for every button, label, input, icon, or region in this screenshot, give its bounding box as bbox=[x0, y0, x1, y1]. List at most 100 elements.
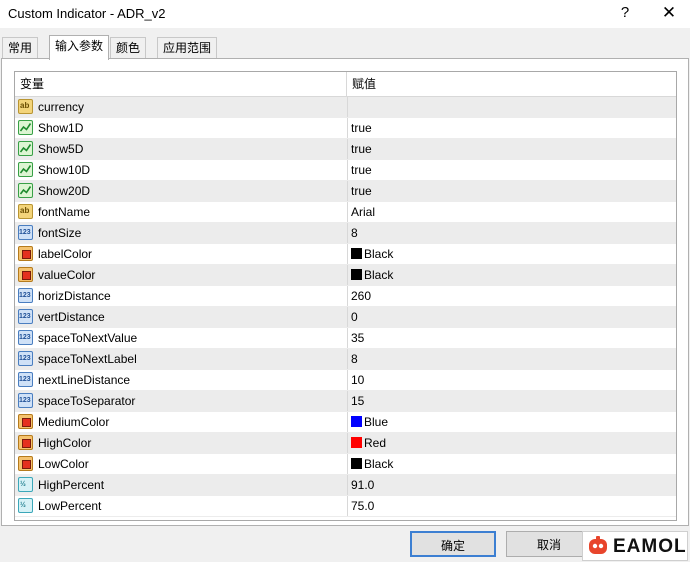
parameter-grid: 变量 赋值 ab currency Show1D true Show5D true Show… bbox=[14, 71, 677, 521]
color-type-icon bbox=[18, 267, 33, 282]
table-row[interactable]: HighColor Red bbox=[15, 433, 676, 454]
param-value-cell[interactable]: 260 bbox=[347, 286, 676, 306]
param-value-cell[interactable]: 91.0 bbox=[347, 475, 676, 495]
int-type-icon: 123 bbox=[18, 309, 33, 324]
param-name: nextLineDistance bbox=[38, 373, 131, 387]
param-name-cell: 123 spaceToNextLabel bbox=[15, 349, 348, 369]
table-row[interactable]: Show10D true bbox=[15, 160, 676, 181]
table-row[interactable]: 123 vertDistance 0 bbox=[15, 307, 676, 328]
int-type-icon: 123 bbox=[18, 288, 33, 303]
param-value-cell[interactable]: Black bbox=[347, 454, 676, 474]
param-name: horizDistance bbox=[38, 289, 111, 303]
int-type-icon: 123 bbox=[18, 330, 33, 345]
param-value: 260 bbox=[351, 289, 372, 303]
param-value: 8 bbox=[351, 226, 358, 240]
param-value: Arial bbox=[351, 205, 376, 219]
param-name-cell: HighColor bbox=[15, 433, 348, 453]
table-row[interactable]: 123 horizDistance 260 bbox=[15, 286, 676, 307]
param-name: Show1D bbox=[38, 121, 84, 135]
param-name-cell: MediumColor bbox=[15, 412, 348, 432]
int-type-icon: 123 bbox=[18, 372, 33, 387]
param-name: MediumColor bbox=[38, 415, 110, 429]
table-row[interactable]: LowColor Black bbox=[15, 454, 676, 475]
param-value: Red bbox=[364, 436, 387, 450]
param-name-cell: ½ LowPercent bbox=[15, 496, 348, 516]
int-type-icon: 123 bbox=[18, 393, 33, 408]
tab-colors[interactable]: 颜色 bbox=[110, 37, 147, 58]
bool-type-icon bbox=[18, 120, 33, 135]
help-button[interactable]: ? bbox=[612, 2, 638, 24]
color-type-icon bbox=[18, 414, 33, 429]
table-row[interactable]: ab currency bbox=[15, 97, 676, 118]
param-value-cell[interactable]: Black bbox=[347, 244, 676, 264]
table-row[interactable]: ½ HighPercent 91.0 bbox=[15, 475, 676, 496]
close-button[interactable]: ✕ bbox=[656, 2, 682, 24]
param-name: spaceToNextValue bbox=[38, 331, 138, 345]
table-row[interactable]: valueColor Black bbox=[15, 265, 676, 286]
table-row[interactable]: 123 fontSize 8 bbox=[15, 223, 676, 244]
table-row[interactable]: Show1D true bbox=[15, 118, 676, 139]
param-value-cell[interactable]: 0 bbox=[347, 307, 676, 327]
param-value-cell[interactable]: 8 bbox=[347, 223, 676, 243]
param-name-cell: 123 spaceToSeparator bbox=[15, 391, 348, 411]
param-name-cell: Show1D bbox=[15, 118, 348, 138]
parameter-rows: ab currency Show1D true Show5D true Show10D tru… bbox=[15, 97, 676, 517]
param-name: valueColor bbox=[38, 268, 96, 282]
cancel-button[interactable]: 取消 bbox=[506, 531, 592, 557]
param-value: true bbox=[351, 163, 372, 177]
param-value-cell[interactable]: 35 bbox=[347, 328, 676, 348]
param-value-cell[interactable]: Blue bbox=[347, 412, 676, 432]
table-row[interactable]: ½ LowPercent 75.0 bbox=[15, 496, 676, 517]
param-name-cell: 123 spaceToNextValue bbox=[15, 328, 348, 348]
param-value-cell[interactable]: true bbox=[347, 139, 676, 159]
param-name-cell: labelColor bbox=[15, 244, 348, 264]
tab-common[interactable]: 常用 bbox=[2, 37, 39, 58]
table-row[interactable]: MediumColor Blue bbox=[15, 412, 676, 433]
param-value: 0 bbox=[351, 310, 358, 324]
color-swatch bbox=[351, 248, 362, 259]
param-value-cell[interactable]: true bbox=[347, 118, 676, 138]
table-row[interactable]: ab fontName Arial bbox=[15, 202, 676, 223]
param-name-cell: Show20D bbox=[15, 181, 348, 201]
table-row[interactable]: Show5D true bbox=[15, 139, 676, 160]
param-value: Black bbox=[364, 247, 394, 261]
ok-button[interactable]: 确定 bbox=[410, 531, 496, 557]
table-row[interactable]: Show20D true bbox=[15, 181, 676, 202]
tab-visualization[interactable]: 应用范围 bbox=[157, 37, 218, 58]
param-value-cell[interactable]: Arial bbox=[347, 202, 676, 222]
param-value-cell[interactable]: 75.0 bbox=[347, 496, 676, 516]
bool-type-icon bbox=[18, 141, 33, 156]
table-row[interactable]: 123 spaceToNextValue 35 bbox=[15, 328, 676, 349]
table-row[interactable]: 123 nextLineDistance 10 bbox=[15, 370, 676, 391]
table-row[interactable]: labelColor Black bbox=[15, 244, 676, 265]
param-value-cell[interactable]: true bbox=[347, 160, 676, 180]
param-value-cell[interactable]: 15 bbox=[347, 391, 676, 411]
column-header-value[interactable]: 赋值 bbox=[347, 72, 672, 96]
param-value-cell[interactable]: true bbox=[347, 181, 676, 201]
param-name-cell: ab currency bbox=[15, 97, 348, 117]
param-name-cell: 123 horizDistance bbox=[15, 286, 348, 306]
int-type-icon: 123 bbox=[18, 351, 33, 366]
window-title: Custom Indicator - ADR_v2 bbox=[8, 6, 166, 21]
param-value-cell[interactable]: Black bbox=[347, 265, 676, 285]
color-type-icon bbox=[18, 246, 33, 261]
param-name: fontSize bbox=[38, 226, 82, 240]
param-value: 8 bbox=[351, 352, 358, 366]
param-name: HighColor bbox=[38, 436, 92, 450]
watermark: EAMOL bbox=[582, 531, 688, 561]
watermark-text: EAMOL bbox=[613, 536, 687, 557]
column-header-variable[interactable]: 变量 bbox=[15, 72, 347, 96]
table-row[interactable]: 123 spaceToNextLabel 8 bbox=[15, 349, 676, 370]
color-type-icon bbox=[18, 456, 33, 471]
table-row[interactable]: 123 spaceToSeparator 15 bbox=[15, 391, 676, 412]
param-name: LowPercent bbox=[38, 499, 102, 513]
tab-inputs[interactable]: 输入参数 bbox=[49, 35, 110, 60]
param-value-cell[interactable]: 8 bbox=[347, 349, 676, 369]
param-value-cell[interactable] bbox=[347, 97, 676, 117]
param-value-cell[interactable]: 10 bbox=[347, 370, 676, 390]
param-name: labelColor bbox=[38, 247, 93, 261]
param-value-cell[interactable]: Red bbox=[347, 433, 676, 453]
robot-logo-icon bbox=[589, 536, 607, 554]
param-name-cell: 123 nextLineDistance bbox=[15, 370, 348, 390]
bool-type-icon bbox=[18, 162, 33, 177]
